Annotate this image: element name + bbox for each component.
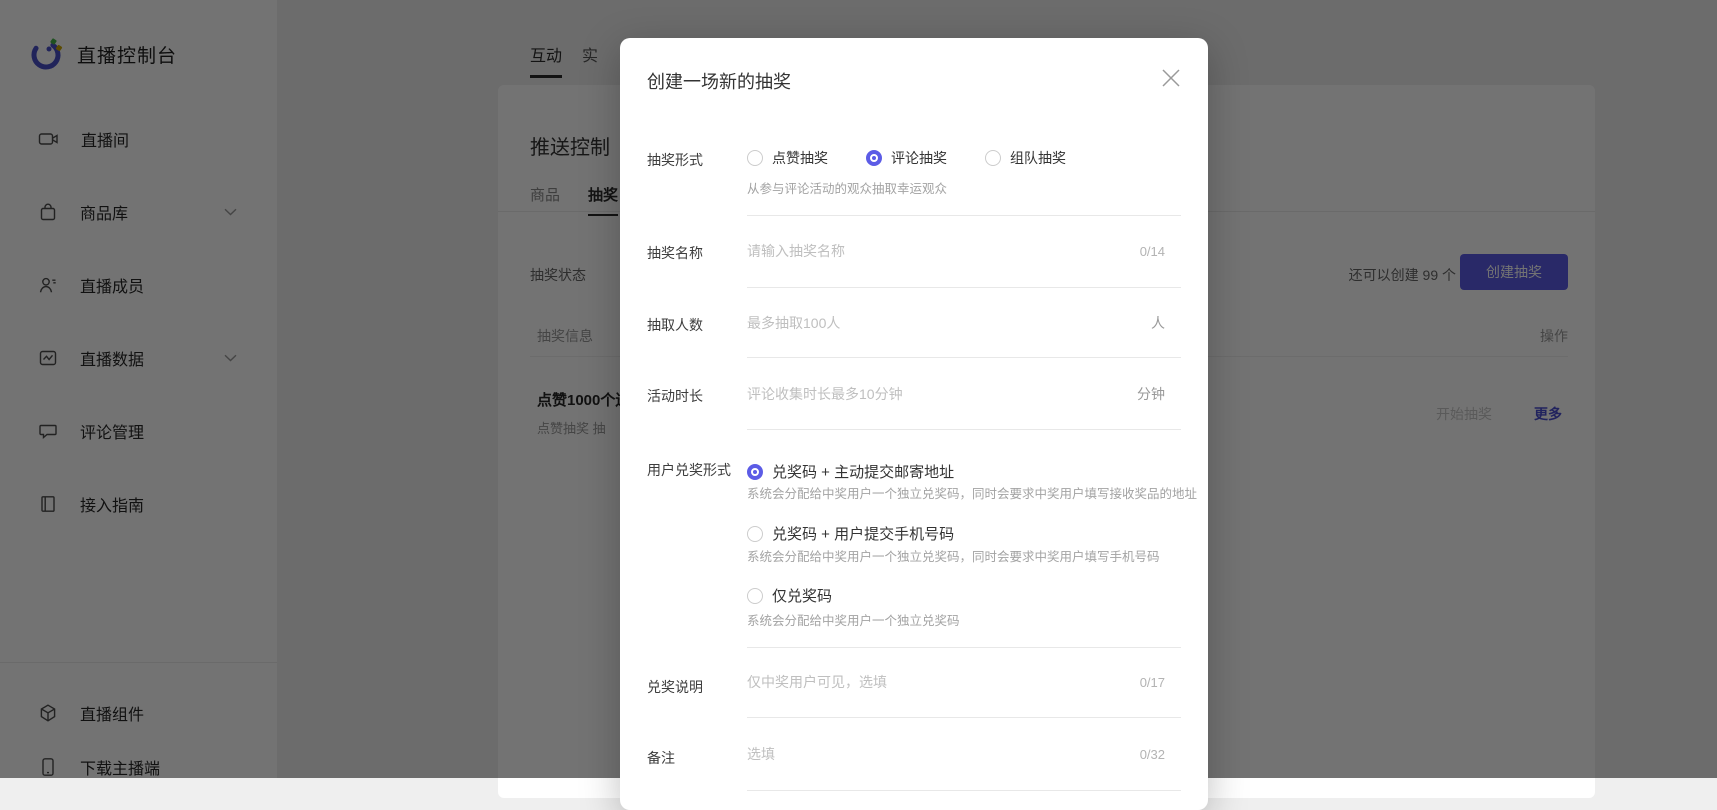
radio-icon[interactable]	[985, 150, 1001, 166]
radio-option-like-lottery[interactable]: 点赞抽奖	[747, 148, 828, 168]
lottery-name-field: 0/14	[747, 215, 1181, 288]
radio-checked-icon[interactable]	[866, 150, 882, 166]
char-counter: 0/14	[1140, 244, 1165, 259]
remark-input[interactable]	[747, 746, 1140, 762]
radio-icon[interactable]	[747, 150, 763, 166]
redeem-option-helper: 系统会分配给中奖用户一个独立兑奖码，同时会要求中奖用户填写手机号码	[747, 546, 1160, 565]
radio-icon[interactable]	[747, 588, 763, 604]
field-label-redeem-type: 用户兑奖形式	[647, 460, 731, 480]
radio-label: 组队抽奖	[1010, 148, 1066, 168]
radio-icon[interactable]	[747, 526, 763, 542]
char-counter: 0/17	[1140, 675, 1165, 690]
field-label-lottery-name: 抽奖名称	[647, 243, 703, 263]
unit-suffix: 人	[1151, 313, 1165, 333]
lottery-type-options: 点赞抽奖 评论抽奖 组队抽奖	[747, 148, 1181, 168]
unit-suffix: 分钟	[1137, 384, 1165, 404]
remark-field: 0/32	[747, 718, 1181, 791]
close-icon[interactable]	[1160, 67, 1182, 89]
lottery-type-helper: 从参与评论活动的观众抽取幸运观众	[747, 178, 1181, 197]
duration-field: 分钟	[747, 358, 1181, 430]
field-label-remark: 备注	[647, 748, 675, 768]
draw-count-input[interactable]	[747, 315, 1151, 331]
radio-option-team-lottery[interactable]: 组队抽奖	[985, 148, 1066, 168]
lottery-name-input[interactable]	[747, 243, 1140, 259]
field-label-lottery-type: 抽奖形式	[647, 150, 703, 170]
redeem-option-helper: 系统会分配给中奖用户一个独立兑奖码，同时会要求中奖用户填写接收奖品的地址	[747, 483, 1197, 502]
radio-option-comment-lottery[interactable]: 评论抽奖	[866, 148, 947, 168]
duration-input[interactable]	[747, 386, 1137, 402]
redeem-option-code-address[interactable]: 兑奖码 + 主动提交邮寄地址	[747, 461, 954, 482]
redeem-option-code-phone[interactable]: 兑奖码 + 用户提交手机号码	[747, 523, 954, 544]
char-counter: 0/32	[1140, 747, 1165, 762]
redeem-option-title: 兑奖码 + 用户提交手机号码	[772, 523, 954, 544]
radio-checked-icon[interactable]	[747, 464, 763, 480]
redeem-note-field: 0/17	[747, 647, 1181, 718]
create-lottery-modal: 创建一场新的抽奖 抽奖形式 点赞抽奖 评论抽奖 组队抽奖 从参与评论活动的观众抽…	[620, 38, 1208, 810]
field-label-redeem-note: 兑奖说明	[647, 677, 703, 697]
redeem-option-title: 仅兑奖码	[772, 585, 832, 606]
modal-title: 创建一场新的抽奖	[647, 68, 791, 94]
field-label-duration: 活动时长	[647, 386, 703, 406]
field-label-draw-count: 抽取人数	[647, 315, 703, 335]
radio-label: 评论抽奖	[891, 148, 947, 168]
redeem-note-input[interactable]	[747, 674, 1140, 690]
redeem-option-helper: 系统会分配给中奖用户一个独立兑奖码	[747, 610, 960, 629]
radio-label: 点赞抽奖	[772, 148, 828, 168]
redeem-option-code-only[interactable]: 仅兑奖码	[747, 585, 832, 606]
draw-count-field: 人	[747, 288, 1181, 358]
redeem-option-title: 兑奖码 + 主动提交邮寄地址	[772, 461, 954, 482]
